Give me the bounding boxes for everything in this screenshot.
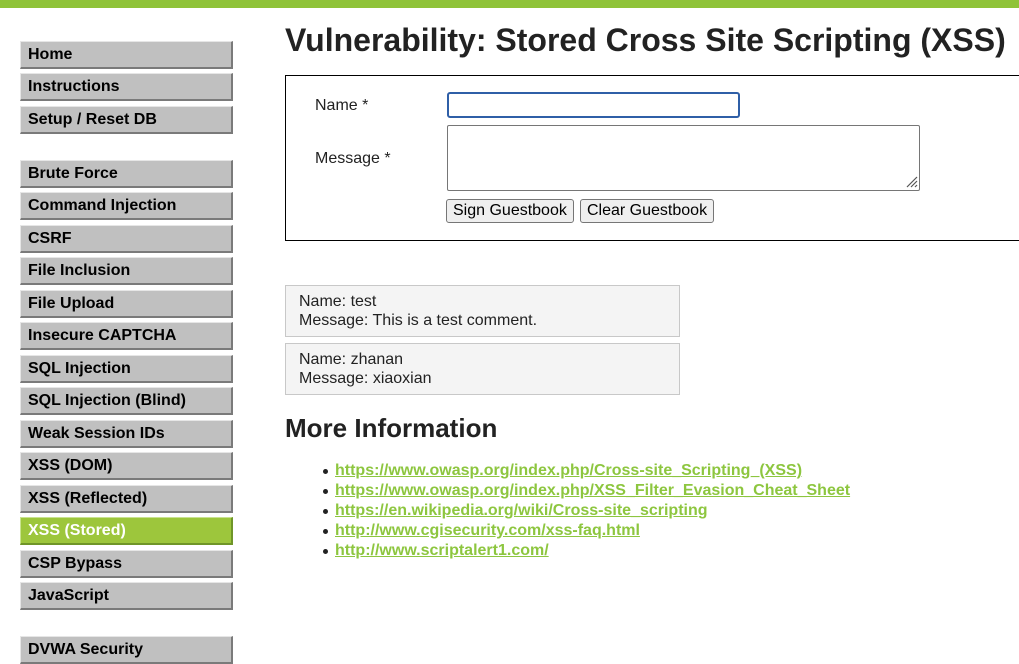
nav-item-file-inclusion[interactable]: File Inclusion <box>20 257 233 285</box>
guestbook-entry: Name: test Message: This is a test comme… <box>285 285 680 337</box>
bullet-icon <box>323 529 328 534</box>
nav-item-command-injection[interactable]: Command Injection <box>20 192 233 220</box>
list-item: http://www.cgisecurity.com/xss-faq.html <box>320 521 850 541</box>
reference-link[interactable]: https://www.owasp.org/index.php/Cross-si… <box>335 462 802 479</box>
entry-message: Message: This is a test comment. <box>299 312 538 329</box>
bullet-icon <box>323 509 328 514</box>
bullet-icon <box>323 549 328 554</box>
header-accent-bar <box>0 0 1019 8</box>
nav-item-home[interactable]: Home <box>20 41 233 69</box>
nav-item-xss-dom[interactable]: XSS (DOM) <box>20 452 233 480</box>
nav-item-sql-injection-blind[interactable]: SQL Injection (Blind) <box>20 387 233 415</box>
nav-item-csp-bypass[interactable]: CSP Bypass <box>20 550 233 578</box>
resize-grip-icon[interactable] <box>904 174 918 188</box>
list-item: http://www.scriptalert1.com/ <box>320 541 850 561</box>
guestbook-entry: Name: zhanan Message: xiaoxian <box>285 343 680 395</box>
nav-item-dvwa-security[interactable]: DVWA Security <box>20 636 233 664</box>
sign-guestbook-button[interactable]: Sign Guestbook <box>446 199 574 223</box>
nav-item-instructions[interactable]: Instructions <box>20 73 233 101</box>
list-item: https://www.owasp.org/index.php/XSS_Filt… <box>320 481 850 501</box>
nav-item-javascript[interactable]: JavaScript <box>20 582 233 610</box>
reference-link[interactable]: https://www.owasp.org/index.php/XSS_Filt… <box>335 482 850 499</box>
reference-links-list: https://www.owasp.org/index.php/Cross-si… <box>320 461 850 561</box>
guestbook-form: Name * Message * Sign Guestbook Clear Gu… <box>285 75 1019 241</box>
bullet-icon <box>323 469 328 474</box>
nav-item-file-upload[interactable]: File Upload <box>20 290 233 318</box>
bullet-icon <box>323 489 328 494</box>
reference-link[interactable]: https://en.wikipedia.org/wiki/Cross-site… <box>335 502 708 519</box>
page-title: Vulnerability: Stored Cross Site Scripti… <box>285 22 1006 58</box>
nav-item-weak-session-ids[interactable]: Weak Session IDs <box>20 420 233 448</box>
nav-item-csrf[interactable]: CSRF <box>20 225 233 253</box>
message-label: Message * <box>315 150 391 167</box>
list-item: https://en.wikipedia.org/wiki/Cross-site… <box>320 501 850 521</box>
nav-item-setup-reset-db[interactable]: Setup / Reset DB <box>20 106 233 134</box>
entry-name: Name: test <box>299 293 377 310</box>
name-input[interactable] <box>447 92 740 118</box>
clear-guestbook-button[interactable]: Clear Guestbook <box>580 199 715 223</box>
message-textarea[interactable] <box>447 125 920 191</box>
name-label: Name * <box>315 97 369 114</box>
nav-item-xss-stored[interactable]: XSS (Stored) <box>20 517 233 545</box>
nav-item-brute-force[interactable]: Brute Force <box>20 160 233 188</box>
more-information-heading: More Information <box>285 413 498 443</box>
entry-message: Message: xiaoxian <box>299 370 432 387</box>
nav-item-insecure-captcha[interactable]: Insecure CAPTCHA <box>20 322 233 350</box>
list-item: https://www.owasp.org/index.php/Cross-si… <box>320 461 850 481</box>
nav-item-xss-reflected[interactable]: XSS (Reflected) <box>20 485 233 513</box>
entry-name: Name: zhanan <box>299 351 404 368</box>
reference-link[interactable]: http://www.cgisecurity.com/xss-faq.html <box>335 522 640 539</box>
reference-link[interactable]: http://www.scriptalert1.com/ <box>335 542 549 559</box>
nav-item-sql-injection[interactable]: SQL Injection <box>20 355 233 383</box>
